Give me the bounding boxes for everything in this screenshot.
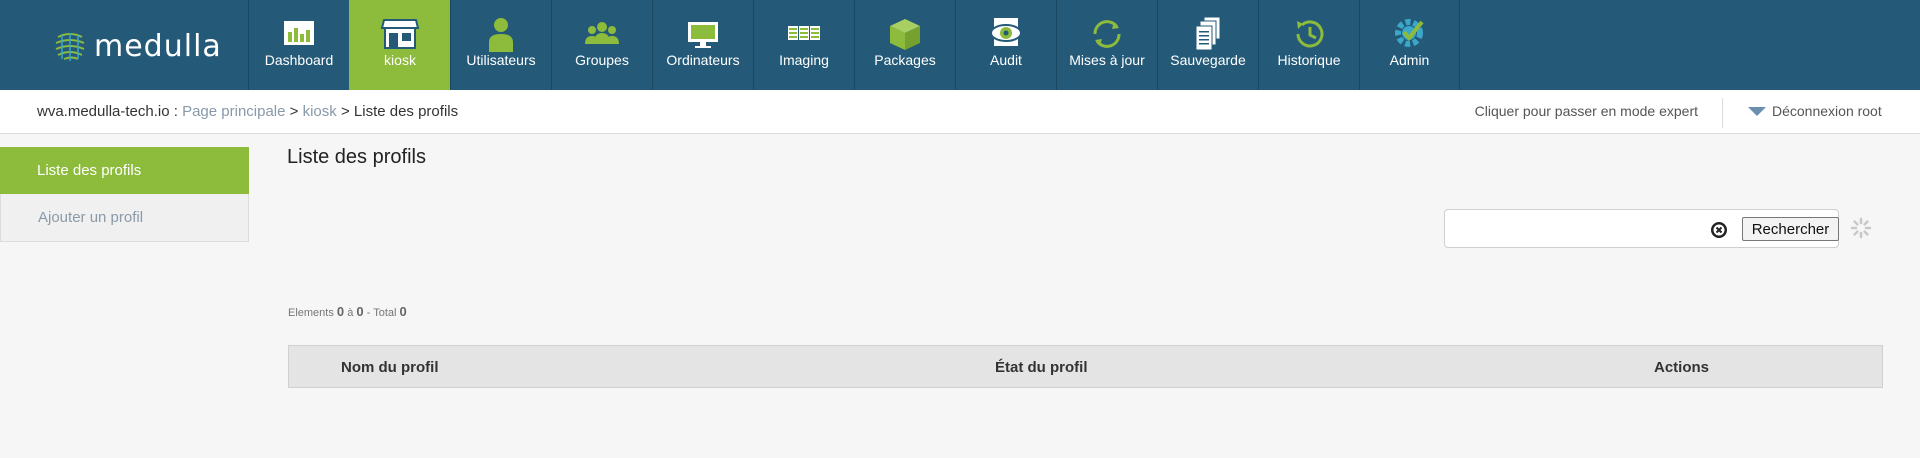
clear-search-icon[interactable] [1710, 221, 1728, 239]
search-button[interactable]: Rechercher [1742, 217, 1839, 241]
main-nav: Dashboard kiosk Utilisateurs Groupes Ord… [248, 0, 1460, 90]
breadcrumb-separator: > [336, 103, 354, 120]
nav-label: kiosk [384, 52, 416, 68]
nav-label: Admin [1389, 52, 1430, 68]
loading-spinner-icon [1850, 217, 1872, 239]
column-header-actions: Actions [1654, 359, 1710, 376]
nav-label: Utilisateurs [466, 52, 536, 68]
nav-ordinateurs[interactable]: Ordinateurs [652, 0, 753, 90]
package-icon [890, 19, 920, 50]
nav-audit[interactable]: Audit [955, 0, 1056, 90]
nav-admin[interactable]: Admin [1359, 0, 1460, 90]
user-icon [489, 18, 513, 52]
medulla-logo[interactable]: medulla [52, 26, 222, 66]
counter-prefix: Elements [288, 307, 334, 319]
nav-label: Audit [990, 52, 1022, 68]
breadcrumb: wva.medulla-tech.io : Page principale > … [37, 103, 458, 120]
page-title: Liste des profils [287, 146, 426, 168]
caret-down-icon [1748, 106, 1766, 116]
breadcrumb-separator: : [169, 103, 183, 120]
counter-total-label: - Total [366, 307, 397, 319]
history-icon [1296, 20, 1324, 48]
monitor-icon [688, 22, 718, 48]
nav-kiosk[interactable]: kiosk [349, 0, 450, 90]
imaging-icon [788, 26, 820, 40]
nav-mises-a-jour[interactable]: Mises à jour [1056, 0, 1157, 90]
counter-total: 0 [399, 304, 407, 319]
breadcrumb-current: Liste des profils [353, 103, 459, 120]
logout-label: Déconnexion root [1772, 103, 1882, 119]
store-icon [380, 19, 420, 49]
logout-link[interactable]: Déconnexion root [1748, 103, 1882, 119]
nav-label: Sauvegarde [1170, 52, 1246, 68]
nav-label: Historique [1277, 52, 1341, 68]
breadcrumb-bar: wva.medulla-tech.io : Page principale > … [0, 90, 1920, 134]
nav-dashboard[interactable]: Dashboard [248, 0, 349, 90]
expert-mode-link[interactable]: Cliquer pour passer en mode expert [1475, 103, 1698, 119]
nav-label: Mises à jour [1069, 52, 1145, 68]
dashboard-icon [284, 21, 314, 45]
sidebar-item-liste-profils[interactable]: Liste des profils [0, 147, 249, 194]
nav-imaging[interactable]: Imaging [753, 0, 854, 90]
search-input[interactable] [1453, 217, 1753, 241]
brand-name: medulla [94, 28, 222, 64]
nav-sauvegarde[interactable]: Sauvegarde [1157, 0, 1258, 90]
gear-check-icon [1394, 19, 1424, 47]
breadcrumb-module-link[interactable]: kiosk [303, 103, 337, 120]
top-navigation-bar: medulla Dashboard kiosk Utilisateurs Gro… [0, 0, 1920, 90]
header-divider [1722, 98, 1723, 128]
nav-utilisateurs[interactable]: Utilisateurs [450, 0, 551, 90]
nav-label: Ordinateurs [666, 52, 740, 68]
group-icon [585, 22, 619, 44]
documents-icon [1195, 16, 1221, 51]
search-box: Rechercher [1444, 209, 1839, 248]
sidebar-item-label: Ajouter un profil [38, 209, 144, 226]
profiles-table-header: Nom du profil État du profil Actions [288, 345, 1883, 388]
nav-historique[interactable]: Historique [1258, 0, 1359, 90]
nav-label: Dashboard [264, 52, 334, 68]
audit-icon [990, 18, 1022, 46]
counter-separator: à [347, 307, 354, 319]
column-header-etat-profil[interactable]: État du profil [995, 359, 1088, 376]
nav-groupes[interactable]: Groupes [551, 0, 652, 90]
breadcrumb-separator: > [285, 103, 303, 120]
refresh-icon [1093, 20, 1121, 48]
nav-label: Groupes [575, 52, 629, 68]
sidebar-item-ajouter-profil[interactable]: Ajouter un profil [0, 194, 249, 242]
nav-label: Imaging [779, 52, 829, 68]
counter-from: 0 [336, 304, 345, 319]
results-counter: Elements 0 à 0 - Total 0 [288, 304, 407, 319]
brain-logo-icon [55, 33, 85, 61]
counter-to: 0 [356, 304, 364, 319]
column-header-nom-profil[interactable]: Nom du profil [341, 359, 439, 376]
nav-label: Packages [874, 52, 936, 68]
sidebar-item-label: Liste des profils [37, 162, 142, 179]
breadcrumb-home-link[interactable]: Page principale [182, 103, 285, 120]
nav-packages[interactable]: Packages [854, 0, 955, 90]
breadcrumb-host: wva.medulla-tech.io [37, 103, 170, 120]
